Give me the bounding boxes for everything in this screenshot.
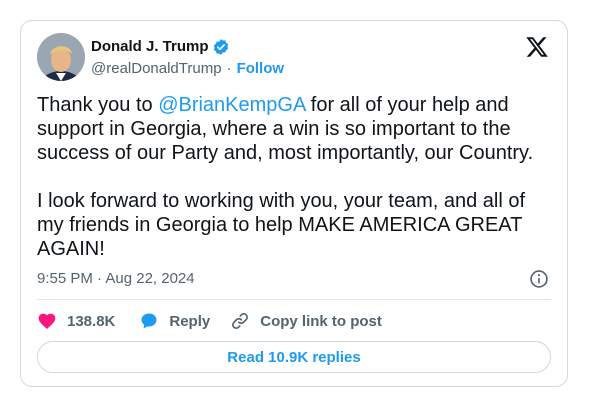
post-paragraph-2: I look forward to working with you, your…: [37, 190, 526, 260]
like-button[interactable]: 138.8K: [37, 311, 115, 331]
author-handle[interactable]: @realDonaldTrump: [91, 60, 222, 78]
post-timestamp[interactable]: 9:55 PM · Aug 22, 2024: [37, 270, 195, 288]
author-name-row: Donald J. Trump: [91, 38, 230, 56]
author-handle-row: @realDonaldTrump · Follow: [91, 60, 284, 78]
copy-link-label: Copy link to post: [260, 312, 382, 330]
reply-button[interactable]: Reply: [139, 311, 210, 331]
post-actions-bar: 138.8K Reply Copy link to post: [37, 310, 382, 332]
copy-link-button[interactable]: Copy link to post: [230, 311, 382, 331]
verified-badge-icon: [212, 38, 230, 56]
x-logo-icon[interactable]: [525, 35, 549, 59]
mention-link[interactable]: @BrianKempGA: [158, 94, 305, 116]
reply-label: Reply: [169, 312, 211, 330]
like-count: 138.8K: [67, 312, 116, 330]
divider: [37, 299, 551, 300]
author-display-name[interactable]: Donald J. Trump: [91, 38, 209, 56]
post-text: Thank you to @BrianKempGA for all of you…: [37, 93, 549, 261]
avatar[interactable]: [37, 33, 85, 81]
read-replies-button[interactable]: Read 10.9K replies: [37, 341, 551, 373]
read-replies-label: Read 10.9K replies: [227, 348, 361, 366]
post-intro-text: Thank you to: [37, 94, 159, 116]
reply-bubble-icon: [141, 313, 157, 329]
embedded-post-card: Donald J. Trump @realDonaldTrump · Follo…: [20, 20, 568, 387]
follow-button[interactable]: Follow: [237, 60, 285, 78]
heart-icon: [38, 313, 56, 329]
post-paragraph-1: Thank you to @BrianKempGA for all of you…: [37, 93, 549, 165]
link-icon: [232, 313, 249, 329]
info-icon[interactable]: [529, 269, 549, 289]
separator-dot: ·: [226, 60, 232, 77]
